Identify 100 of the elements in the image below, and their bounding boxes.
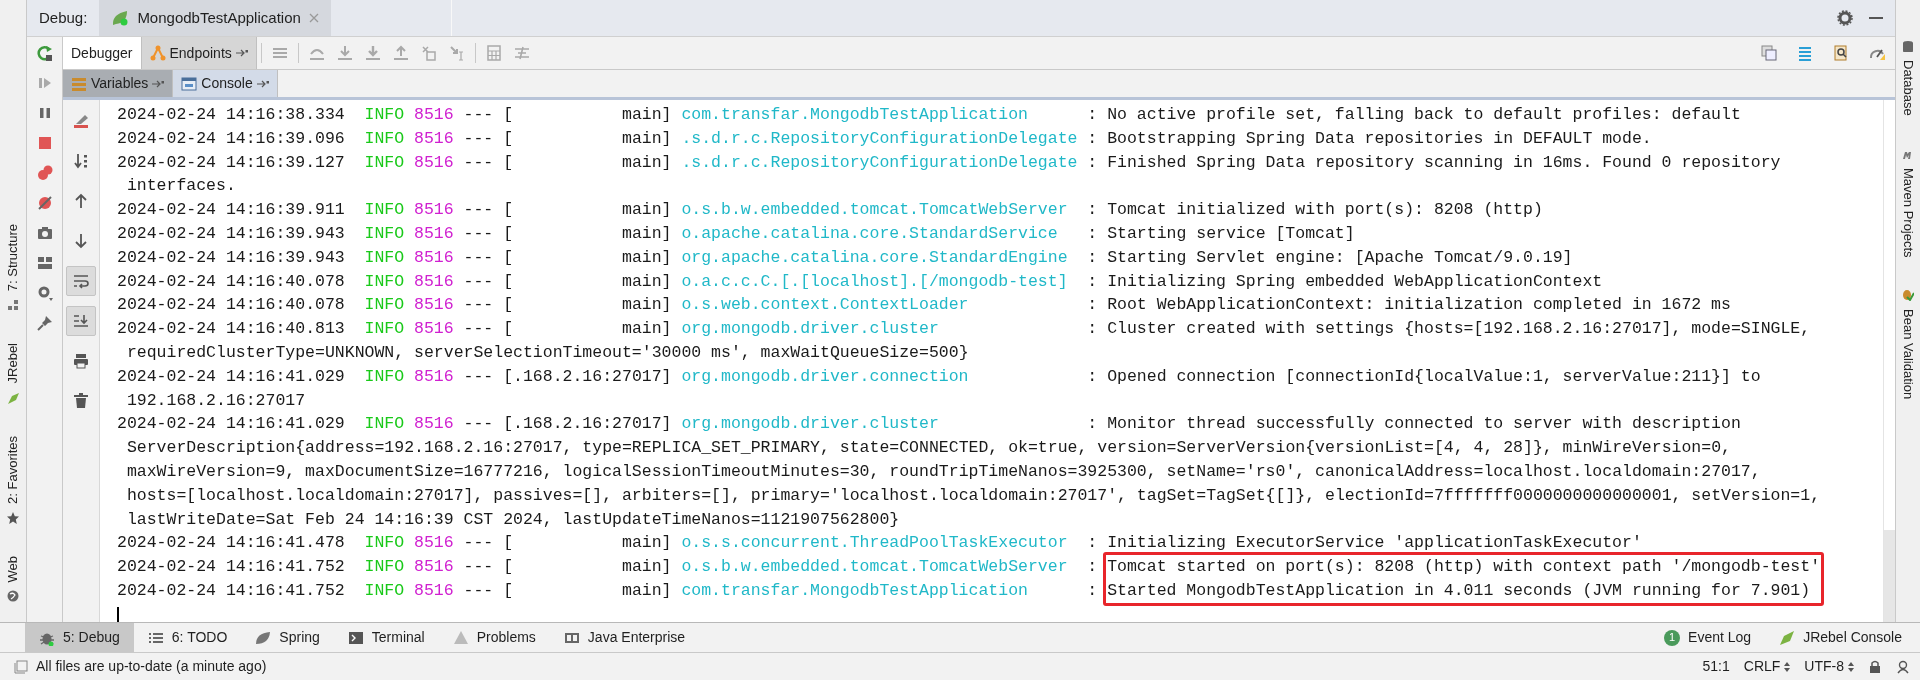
log-thread: [.168.2.16:27017] — [503, 365, 672, 388]
run-to-cursor-icon[interactable] — [448, 45, 465, 61]
log-timestamp: 2024-02-24 14:16:40.078 — [117, 294, 345, 317]
drop-frame-icon[interactable] — [420, 45, 437, 61]
mute-breakpoints-icon[interactable] — [36, 195, 53, 211]
tool-window-tab[interactable]: Java Enterprise — [549, 623, 700, 652]
status-message: All files are up-to-date (a minute ago) — [36, 657, 267, 676]
stop-icon[interactable] — [36, 135, 53, 151]
terminal-icon — [347, 629, 364, 646]
tool-window-button[interactable]: Maven Projects — [1898, 147, 1918, 258]
windows-icon[interactable] — [1761, 45, 1777, 61]
force-step-into-icon[interactable] — [364, 45, 381, 61]
log-thread: [ main] — [503, 556, 672, 579]
log-message: lastWriteDate=Sat Feb 24 14:16:39 CST 2024, lastUpdateTimeNanos=1121907562800} — [125, 508, 901, 531]
leaf-icon — [111, 9, 130, 27]
tool-window-button[interactable]: Database — [1898, 40, 1918, 116]
panel-toggle-icon[interactable] — [14, 659, 28, 674]
log-timestamp: 2024-02-24 14:16:40.078 — [117, 270, 345, 293]
log-colon: : — [1087, 413, 1098, 436]
log-separator: --- — [463, 556, 494, 579]
log-logger: o.s.b.w.embedded.tomcat.TomcatWebServer — [681, 199, 1069, 222]
log-pid: 8516 — [414, 556, 454, 579]
log-message: hosts=[localhost.localdomain:27017], passives=[], arbiters=[], primary='localhost.localdomain:27017', tagSet=TagSet{[]}, electionId=7fffffff0000000000000001, setVersion=1, — [125, 484, 1822, 507]
log-pid: 8516 — [414, 151, 454, 174]
settings-icon[interactable] — [36, 285, 53, 301]
console-tab[interactable]: Console — [173, 70, 278, 97]
close-icon[interactable] — [308, 13, 319, 23]
soft-wrap-icon[interactable] — [66, 266, 96, 296]
log-pid: 8516 — [414, 294, 454, 317]
calculator-icon[interactable] — [485, 45, 502, 61]
log-logger: .s.d.r.c.RepositoryConfigurationDelegate — [681, 127, 1078, 150]
structure-icon — [7, 299, 19, 312]
log-logger: com.transfar.MongodbTestApplication — [681, 579, 1029, 602]
log-colon: : — [1087, 532, 1098, 555]
log-colon: : — [1087, 270, 1098, 293]
log-pid: 8516 — [414, 104, 454, 126]
log-level: INFO — [364, 365, 405, 388]
step-out-icon[interactable] — [392, 45, 409, 61]
tool-window-tab[interactable]: 1 Event Log — [1654, 623, 1762, 652]
caret-position[interactable]: 51:1 — [1702, 656, 1730, 677]
variables-tab[interactable]: Variables — [63, 70, 174, 97]
scroll-to-end-icon[interactable] — [66, 306, 96, 336]
debugger-tab[interactable]: Debugger — [63, 37, 142, 69]
endpoints-icon — [149, 45, 166, 61]
log-level: INFO — [364, 579, 405, 602]
step-into-icon[interactable] — [336, 45, 353, 61]
log-separator: --- — [463, 365, 494, 388]
log-timestamp: 2024-02-24 14:16:40.813 — [117, 318, 345, 341]
rerun-icon[interactable] — [36, 45, 53, 61]
tool-window-button[interactable]: Web — [3, 551, 23, 606]
endpoints-tab[interactable]: Endpoints — [141, 37, 257, 69]
scrollbar[interactable] — [1883, 100, 1895, 622]
lock-icon[interactable] — [1868, 659, 1882, 674]
tool-window-tab[interactable]: Problems — [438, 623, 550, 652]
log-pid: 8516 — [414, 579, 454, 602]
settings-icon[interactable] — [1837, 10, 1853, 26]
log-message: Started MongodbTestApplication in 4.011 seconds (JVM running for 7.901) — [1107, 579, 1812, 602]
breakpoints-icon[interactable] — [36, 165, 53, 181]
log-timestamp: 2024-02-24 14:16:39.943 — [117, 246, 345, 269]
log-thread: [ main] — [503, 532, 672, 555]
count-badge: 1 — [1664, 629, 1681, 646]
tool-window-tab[interactable]: JRebel Console — [1769, 623, 1912, 652]
log-logger: .s.d.r.c.RepositoryConfigurationDelegate — [681, 151, 1078, 174]
log-message: Starting service [Tomcat] — [1107, 223, 1355, 245]
log-level: INFO — [364, 104, 405, 126]
list-icon[interactable] — [271, 45, 288, 61]
scrollbar-thumb[interactable] — [1884, 530, 1895, 622]
log-message: Starting Servlet engine: [Apache Tomcat/9.0.19] — [1107, 246, 1573, 269]
tool-window-tab[interactable]: Spring — [241, 623, 334, 652]
trace-icon[interactable] — [513, 45, 530, 61]
log-thread: [ main] — [503, 246, 672, 269]
log-logger: o.s.b.w.embedded.tomcat.TomcatWebServer — [681, 556, 1069, 579]
camera-icon[interactable] — [36, 225, 53, 241]
log-message: interfaces. — [125, 175, 237, 198]
log-message: ServerDescription{address=192.168.2.16:27017, type=REPLICA_SET_PRIMARY, state=CONNECTED, ok=true, version=ServerVersion{versionList=[4, 4, 28]}, minWireVersion=0, — [125, 437, 1732, 460]
tool-window-button[interactable]: 7: Structure — [3, 219, 23, 316]
log-pid: 8516 — [414, 270, 454, 293]
log-pid: 8516 — [414, 532, 454, 555]
tool-window-button[interactable]: Bean Validation — [1898, 289, 1918, 400]
encoding-selector[interactable]: UTF-8 — [1804, 656, 1854, 677]
log-level: INFO — [364, 127, 405, 150]
tool-window-tab[interactable]: 5: Debug — [25, 623, 134, 652]
log-level: INFO — [364, 532, 405, 555]
tool-window-button[interactable]: JRebel — [3, 339, 23, 408]
log-timestamp: 2024-02-24 14:16:41.752 — [117, 579, 345, 602]
log-timestamp: 2024-02-24 14:16:38.334 — [117, 104, 345, 126]
tool-window-button[interactable]: 2: Favorites — [3, 431, 23, 528]
pin-icon[interactable] — [36, 315, 53, 331]
layout-icon[interactable] — [36, 255, 53, 271]
log-message: Root WebApplicationContext: initialization completed in 1672 ms — [1107, 294, 1731, 317]
log-thread: [.168.2.16:27017] — [503, 413, 672, 436]
tool-window-tab[interactable]: Terminal — [333, 623, 439, 652]
log-level: INFO — [364, 223, 405, 245]
tool-window-tab[interactable]: 6: TODO — [133, 623, 242, 652]
session-tab[interactable]: MongodbTestApplication — [99, 0, 331, 36]
document-search-icon[interactable] — [1833, 45, 1849, 61]
log-timestamp: 2024-02-24 14:16:39.943 — [117, 223, 345, 245]
resume-icon[interactable] — [36, 75, 53, 91]
log-timestamp: 2024-02-24 14:16:41.478 — [117, 532, 345, 555]
line-separator-selector[interactable]: CRLF — [1743, 656, 1791, 677]
